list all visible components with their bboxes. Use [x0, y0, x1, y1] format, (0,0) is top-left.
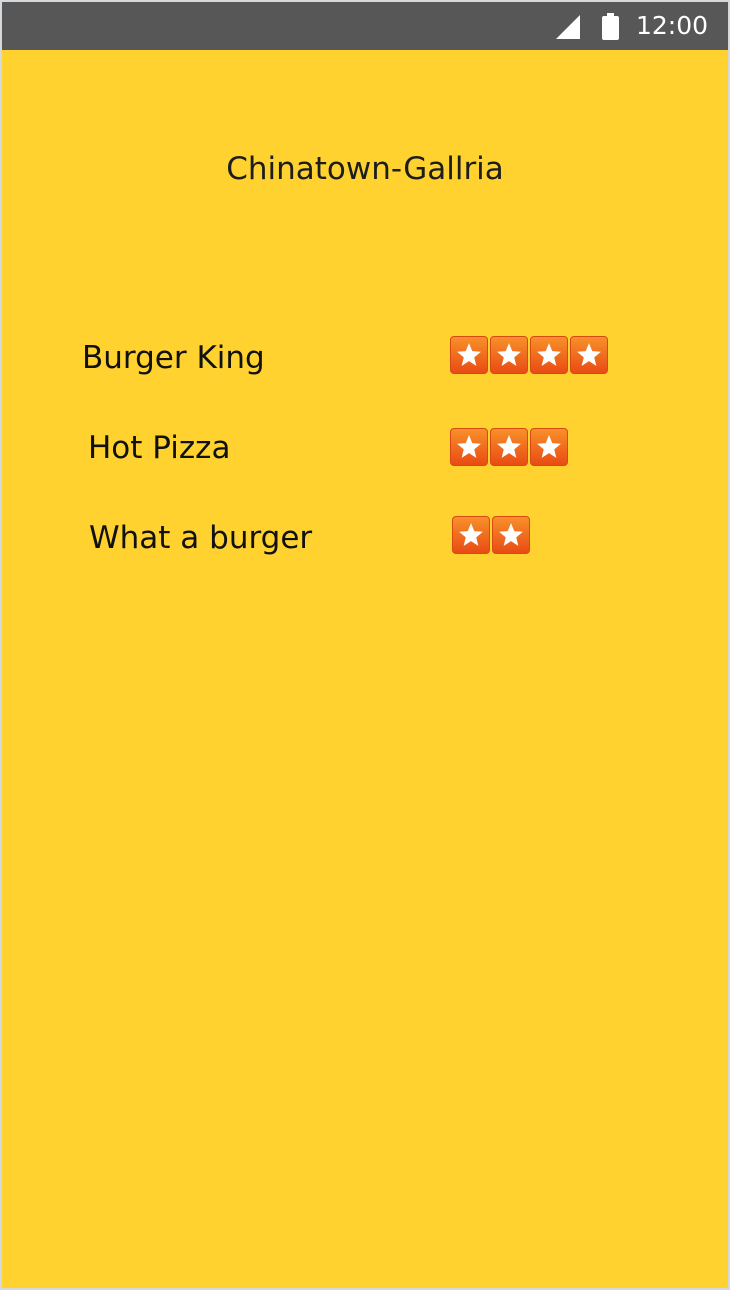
status-bar: 12:00 — [2, 2, 728, 50]
star-icon — [450, 428, 488, 466]
star-icon — [570, 336, 608, 374]
star-icon — [450, 336, 488, 374]
page-title: Chinatown-Gallria — [226, 151, 504, 187]
rating-stars — [452, 516, 532, 556]
rating-stars — [450, 428, 570, 468]
star-icon — [530, 428, 568, 466]
status-time: 12:00 — [635, 11, 709, 40]
rating-stars — [450, 336, 610, 376]
restaurant-name: What a burger — [89, 520, 313, 556]
star-icon — [490, 336, 528, 374]
restaurant-name: Burger King — [82, 340, 265, 376]
star-icon — [530, 336, 568, 374]
star-icon — [492, 516, 530, 554]
battery-icon — [602, 13, 619, 40]
star-icon — [490, 428, 528, 466]
star-icon — [452, 516, 490, 554]
phone-screen: 12:00 Chinatown-Gallria Burger King Hot … — [0, 0, 730, 1290]
signal-icon — [556, 15, 580, 39]
restaurant-name: Hot Pizza — [88, 430, 231, 466]
